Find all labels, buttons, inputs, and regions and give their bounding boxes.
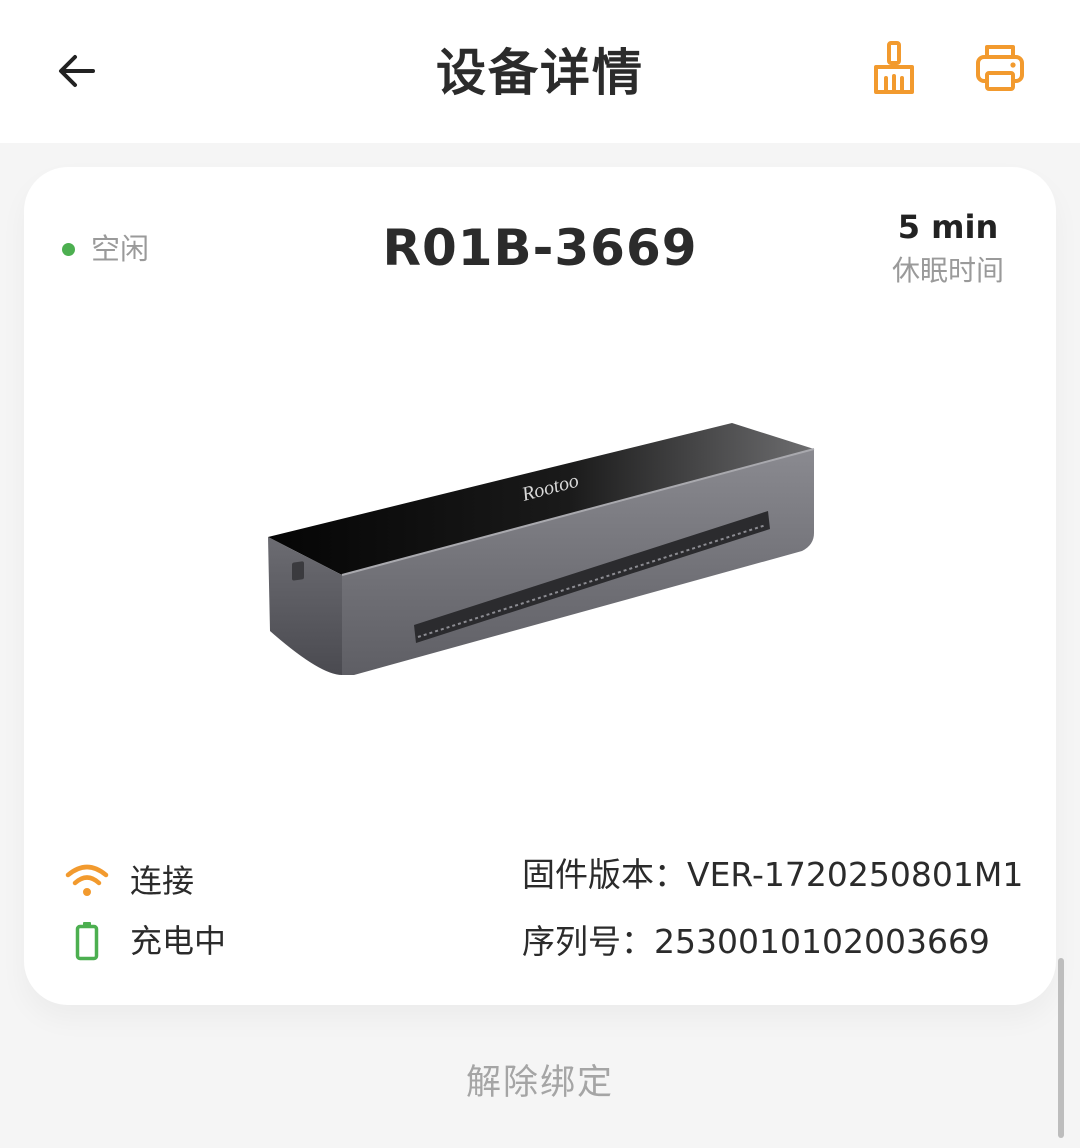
- sleep-time-label: 休眠时间: [891, 254, 1004, 287]
- top-bar: 设备详情: [0, 0, 1080, 143]
- device-card: 空闲 R01B-3669 5 min 休眠时间 Rootoo 连接 充电中 固件…: [24, 167, 1056, 1005]
- battery-charging-icon: [62, 916, 112, 966]
- sleep-time[interactable]: 5 min 休眠时间: [878, 205, 1018, 291]
- printer-icon: [974, 43, 1026, 97]
- sleep-time-value: 5 min: [897, 208, 999, 246]
- printer-image: Rootoo: [268, 423, 815, 675]
- broom-icon: [870, 40, 918, 100]
- scrollbar[interactable]: [1058, 958, 1064, 1138]
- battery-status: 充电中: [62, 916, 226, 966]
- connection-status: 连接: [62, 856, 194, 906]
- wifi-icon: [62, 856, 112, 906]
- serial-number: 序列号：2530010102003669: [522, 922, 990, 961]
- clean-button[interactable]: [864, 40, 924, 100]
- print-button[interactable]: [970, 40, 1030, 100]
- connection-label: 连接: [130, 862, 195, 900]
- firmware-version: 固件版本：VER-1720250801M1: [522, 855, 1024, 894]
- unbind-button[interactable]: 解除绑定: [0, 1058, 1080, 1108]
- battery-label: 充电中: [130, 922, 227, 960]
